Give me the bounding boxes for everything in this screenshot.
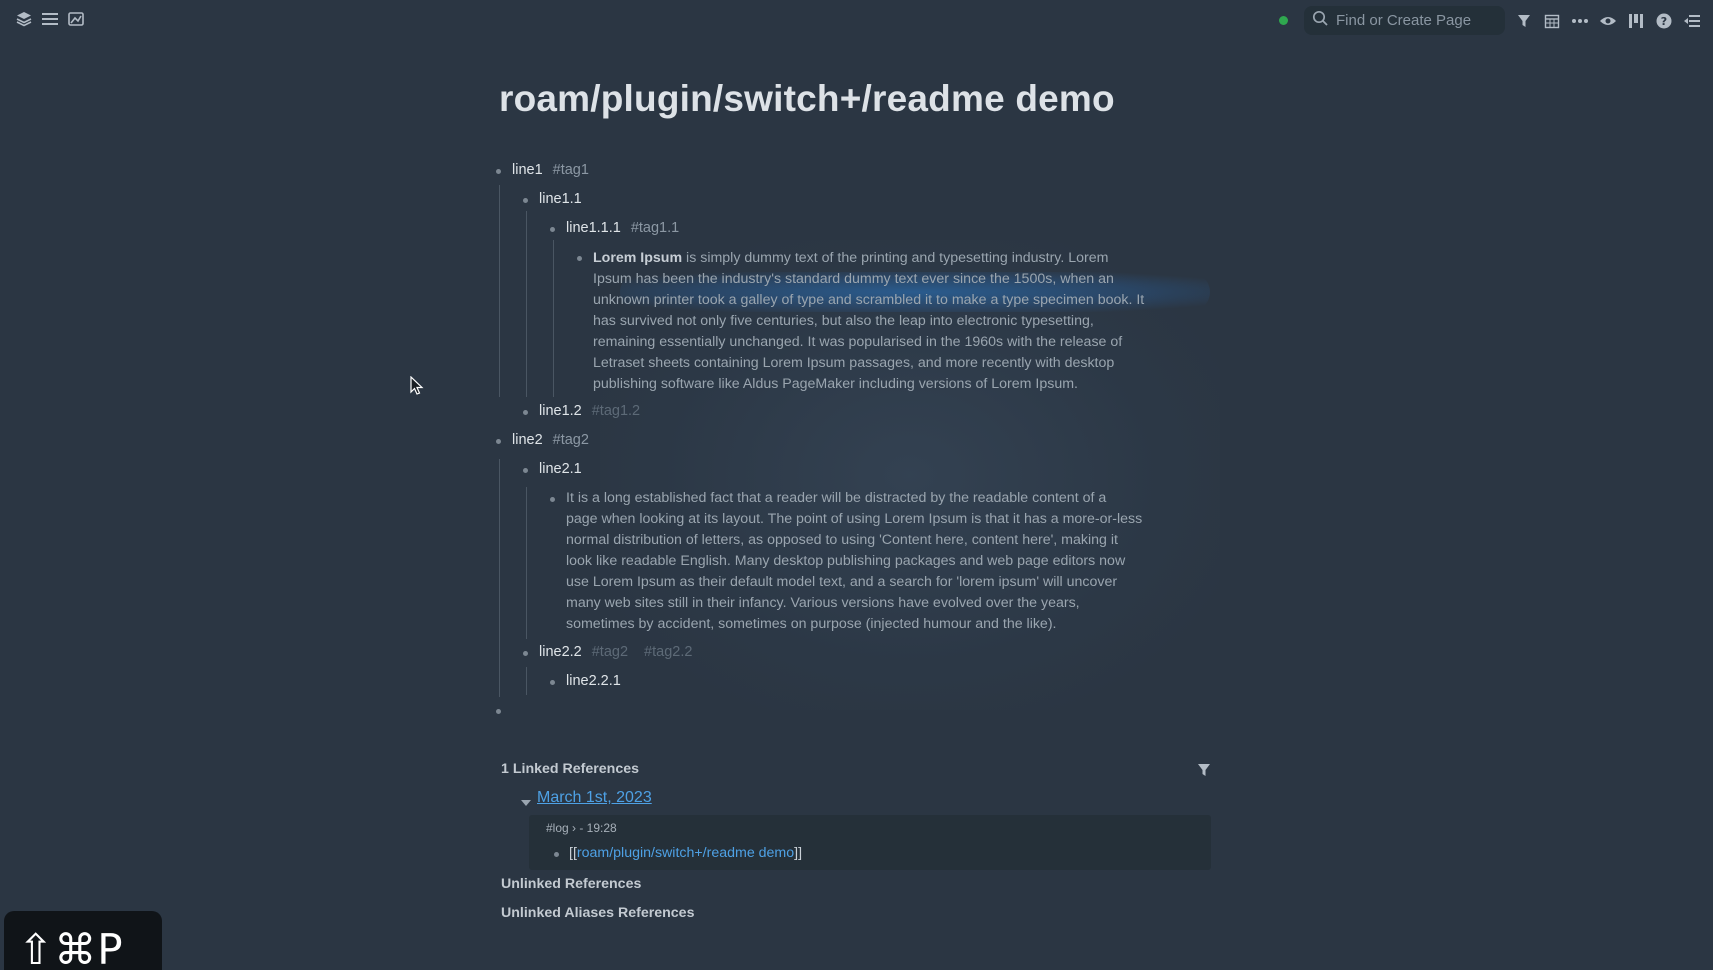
block-bullet[interactable] — [523, 468, 528, 473]
indent-guide — [499, 459, 500, 697]
search-input[interactable] — [1336, 12, 1496, 29]
indent-guide — [499, 185, 500, 397]
para-line: use Lorem Ipsum as their default model t… — [566, 574, 1118, 590]
bracket-close: ]] — [794, 845, 803, 861]
para-line: Letraset sheets containing Lorem Ipsum p… — [593, 355, 1115, 371]
tag-link[interactable]: #tag2 — [592, 644, 628, 660]
block-text: line1.1 — [539, 191, 582, 207]
unlinked-aliases-header[interactable]: Unlinked Aliases References — [501, 905, 694, 921]
para-line: page when looking at its layout. The poi… — [566, 511, 1143, 527]
block-text: line1 — [512, 162, 543, 178]
block-bullet[interactable] — [550, 680, 555, 685]
block-bullet[interactable] — [496, 169, 501, 174]
reference-page-link[interactable]: March 1st, 2023 — [537, 789, 652, 807]
search-icon — [1312, 10, 1328, 31]
reference-panel — [529, 815, 1211, 870]
top-bar-right: ? — [1279, 6, 1701, 35]
block-text: line1.1.1 — [566, 220, 621, 236]
caret-down-icon[interactable] — [521, 794, 531, 812]
para-line: many web sites still in their infancy. V… — [566, 595, 1080, 611]
para-line: look like readable English. Many desktop… — [566, 553, 1126, 569]
block-readable-content[interactable]: It is a long established fact that a rea… — [566, 488, 1206, 635]
sidebar-icon[interactable] — [1683, 12, 1701, 30]
para-line: normal distribution of letters, as oppos… — [566, 532, 1118, 548]
block-line1-1[interactable]: line1.1 — [539, 191, 582, 207]
unlinked-references-header[interactable]: Unlinked References — [501, 876, 641, 892]
tag-link[interactable]: #tag1.1 — [631, 220, 679, 236]
block-line2-1[interactable]: line2.1 — [539, 461, 582, 477]
layers-icon[interactable] — [15, 10, 33, 28]
empty-block-bullet[interactable] — [496, 709, 501, 714]
top-bar-left — [15, 10, 85, 28]
eye-icon[interactable] — [1599, 12, 1617, 30]
block-bullet[interactable] — [523, 410, 528, 415]
block-bullet[interactable] — [550, 497, 555, 502]
page-ref-link[interactable]: roam/plugin/switch+/readme demo — [577, 845, 794, 861]
block-bullet[interactable] — [550, 227, 555, 232]
block-bullet[interactable] — [496, 439, 501, 444]
reference-block[interactable]: [[roam/plugin/switch+/readme demo]] — [569, 845, 802, 861]
calendar-icon[interactable] — [1543, 12, 1561, 30]
tag-link[interactable]: #tag1.2 — [592, 403, 640, 419]
bold-text: Lorem Ipsum — [593, 250, 683, 266]
para-line: It is a long established fact that a rea… — [566, 490, 1107, 506]
block-bullet[interactable] — [554, 852, 559, 857]
block-bullet[interactable] — [523, 198, 528, 203]
bracket-open: [[ — [569, 845, 577, 861]
filter-icon[interactable] — [1515, 12, 1533, 30]
tag-link[interactable]: #tag2 — [553, 432, 589, 448]
tag-link[interactable]: #tag1 — [553, 162, 589, 178]
para-line: publishing software like Aldus PageMaker… — [593, 376, 1078, 392]
columns-icon[interactable] — [1627, 12, 1645, 30]
tag-link[interactable]: #tag2.2 — [644, 644, 692, 660]
block-line1-1-1[interactable]: line1.1.1 #tag1.1 — [566, 220, 679, 236]
menu-icon[interactable] — [41, 10, 59, 28]
search-box[interactable] — [1304, 6, 1505, 35]
linked-references-header[interactable]: 1 Linked References — [501, 761, 639, 777]
block-text: line2.2.1 — [566, 673, 621, 689]
para-line: Ipsum has been the industry's standard d… — [593, 271, 1114, 287]
graph-icon[interactable] — [67, 10, 85, 28]
block-line2-2-1[interactable]: line2.2.1 — [566, 673, 621, 689]
block-line2-2[interactable]: line2.2 #tag2 #tag2.2 — [539, 644, 692, 660]
block-line2[interactable]: line2 #tag2 — [512, 432, 589, 448]
indent-guide — [526, 667, 527, 695]
para-line: unknown printer took a galley of type an… — [593, 292, 1145, 308]
filter-icon[interactable] — [1197, 763, 1211, 782]
sync-status-dot — [1279, 16, 1288, 25]
top-bar: ? — [0, 0, 1713, 40]
block-bullet[interactable] — [577, 256, 582, 261]
block-lorem-ipsum[interactable]: Lorem Ipsum is simply dummy text of the … — [593, 248, 1193, 395]
block-text: line2 — [512, 432, 543, 448]
block-bullet[interactable] — [523, 651, 528, 656]
para-line: sometimes by accident, sometimes on purp… — [566, 616, 1057, 632]
keyboard-shortcut-overlay: ⇧⌘P — [4, 911, 162, 970]
block-text: line1.2 — [539, 403, 582, 419]
block-text: line2.1 — [539, 461, 582, 477]
mouse-pointer-icon — [410, 375, 424, 401]
indent-guide — [553, 240, 554, 397]
block-line1-2[interactable]: line1.2 #tag1.2 — [539, 403, 640, 419]
reference-breadcrumb[interactable]: #log › - 19:28 — [546, 821, 617, 835]
block-line1[interactable]: line1 #tag1 — [512, 162, 589, 178]
indent-guide — [526, 211, 527, 397]
block-text: line2.2 — [539, 644, 582, 660]
page-title[interactable]: roam/plugin/switch+/readme demo — [499, 78, 1115, 120]
indent-guide — [526, 487, 527, 639]
para-line: remaining essentially unchanged. It was … — [593, 334, 1123, 350]
help-icon[interactable]: ? — [1655, 12, 1673, 30]
more-icon[interactable] — [1571, 12, 1589, 30]
para-line: has survived not only five centuries, bu… — [593, 313, 1094, 329]
svg-text:?: ? — [1661, 15, 1667, 28]
para-line: is simply dummy text of the printing and… — [682, 250, 1109, 266]
